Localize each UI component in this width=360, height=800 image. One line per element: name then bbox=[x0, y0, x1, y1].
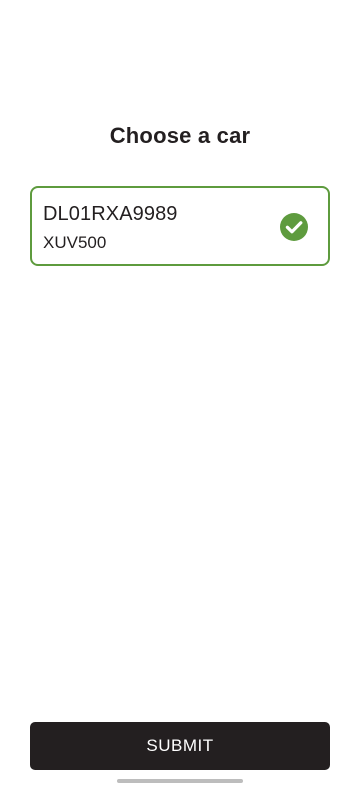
car-option-card[interactable]: DL01RXA9989 XUV500 bbox=[30, 186, 330, 266]
check-circle-icon bbox=[280, 213, 308, 241]
car-plate-number: DL01RXA9989 bbox=[43, 203, 178, 225]
choose-car-screen: Choose a car DL01RXA9989 XUV500 SUBMIT bbox=[0, 0, 360, 800]
page-title: Choose a car bbox=[109, 123, 251, 148]
submit-button[interactable]: SUBMIT bbox=[30, 722, 330, 770]
home-indicator[interactable] bbox=[117, 779, 243, 783]
car-list: DL01RXA9989 XUV500 bbox=[30, 186, 330, 266]
car-model-name: XUV500 bbox=[43, 233, 107, 252]
